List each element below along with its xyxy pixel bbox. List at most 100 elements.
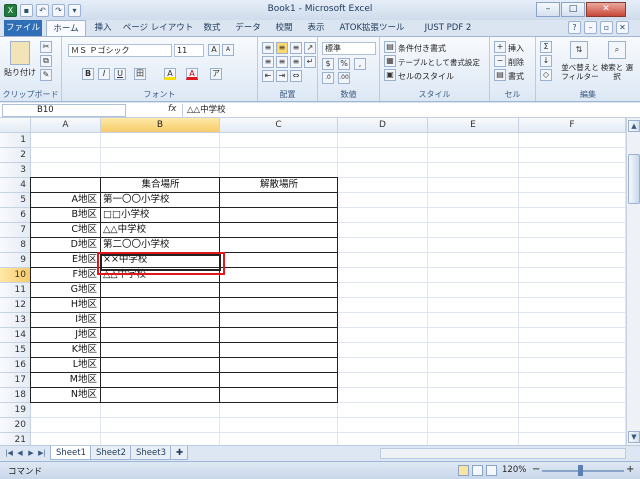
paste-icon[interactable] xyxy=(10,41,30,65)
conditional-format-button[interactable]: 条件付き書式 xyxy=(398,43,446,54)
page-break-view-icon[interactable] xyxy=(486,465,497,476)
district-cell[interactable]: N地区 xyxy=(31,387,97,402)
row-header[interactable]: 14 xyxy=(0,328,31,343)
row-header[interactable]: 1 xyxy=(0,133,31,148)
increase-indent-icon[interactable]: ⇥ xyxy=(276,70,288,82)
zoom-slider[interactable] xyxy=(542,470,624,472)
paste-button[interactable]: 貼り付け xyxy=(4,67,36,78)
vertical-scrollbar[interactable]: ▲ ▼ xyxy=(626,118,640,445)
cell-styles-button[interactable]: セルのスタイル xyxy=(398,71,454,82)
district-cell[interactable]: M地区 xyxy=(31,372,97,387)
column-header-a[interactable]: A xyxy=(31,118,101,133)
district-cell[interactable]: F地区 xyxy=(31,267,97,282)
district-cell[interactable]: K地区 xyxy=(31,342,97,357)
gathering-place-cell[interactable] xyxy=(103,297,220,312)
cut-icon[interactable]: ✂ xyxy=(40,41,52,53)
tab-insert[interactable]: 挿入 xyxy=(88,20,118,36)
district-cell[interactable]: E地区 xyxy=(31,252,97,267)
copy-icon[interactable]: ⧉ xyxy=(40,55,52,67)
find-select-button[interactable]: 検索と 選択 xyxy=(600,63,634,81)
comma-icon[interactable]: , xyxy=(354,58,366,70)
column-header-b[interactable]: B xyxy=(101,118,220,133)
zoom-in-icon[interactable]: + xyxy=(626,464,634,476)
gathering-place-cell[interactable] xyxy=(103,342,220,357)
gathering-place-cell[interactable] xyxy=(103,312,220,327)
minimize-button[interactable]: – xyxy=(536,2,560,17)
row-header[interactable]: 10 xyxy=(0,268,31,283)
row-header[interactable]: 13 xyxy=(0,313,31,328)
insert-function-icon[interactable]: fx xyxy=(168,104,177,114)
gathering-place-cell[interactable] xyxy=(103,282,220,297)
district-cell[interactable]: I地区 xyxy=(31,312,97,327)
zoom-level[interactable]: 120% xyxy=(502,465,526,475)
district-cell[interactable]: L地区 xyxy=(31,357,97,372)
maximize-button[interactable]: □ xyxy=(561,2,585,17)
tab-home[interactable]: ホーム xyxy=(46,20,86,36)
phonetic-icon[interactable]: ア xyxy=(210,68,222,80)
italic-button[interactable]: I xyxy=(98,68,110,80)
last-sheet-icon[interactable]: ▶| xyxy=(37,448,47,459)
align-top-icon[interactable]: ≡ xyxy=(262,42,274,54)
ribbon-restore-icon[interactable]: ▫ xyxy=(600,21,613,34)
gathering-place-cell[interactable] xyxy=(103,327,220,342)
district-cell[interactable]: J地区 xyxy=(31,327,97,342)
format-painter-icon[interactable]: ✎ xyxy=(40,69,52,81)
row-header[interactable]: 6 xyxy=(0,208,31,223)
shrink-font-icon[interactable]: A xyxy=(222,44,234,56)
header-dismissal-place[interactable]: 解散場所 xyxy=(220,177,338,192)
row-header[interactable]: 9 xyxy=(0,253,31,268)
gathering-place-cell[interactable]: △△中学校 xyxy=(103,222,220,237)
fill-icon[interactable]: ↓ xyxy=(540,55,552,67)
worksheet-grid[interactable]: A B C D E F 1 2 3 4 5 6 7 8 9 10 11 12 13 14 15 16 17 18 1… xyxy=(0,118,626,445)
sheet-tab-3[interactable]: Sheet3 xyxy=(130,446,172,460)
first-sheet-icon[interactable]: |◀ xyxy=(4,448,14,459)
gathering-place-cell[interactable] xyxy=(103,387,220,402)
autosum-icon[interactable]: Σ xyxy=(540,41,552,53)
gathering-place-cell[interactable]: □□小学校 xyxy=(103,207,220,222)
underline-button[interactable]: U xyxy=(114,68,126,80)
tab-view[interactable]: 表示 xyxy=(302,20,330,36)
align-left-icon[interactable]: ≡ xyxy=(262,56,274,68)
format-as-table-button[interactable]: テーブルとして書式設定 xyxy=(398,57,480,68)
insert-cells-button[interactable]: 挿入 xyxy=(508,43,524,54)
district-cell[interactable]: H地区 xyxy=(31,297,97,312)
delete-cells-icon[interactable]: − xyxy=(494,55,506,67)
font-name-combo[interactable]: ＭＳ Ｐゴシック xyxy=(68,44,172,57)
scroll-down-icon[interactable]: ▼ xyxy=(628,431,640,443)
grow-font-icon[interactable]: A xyxy=(208,44,220,56)
font-size-combo[interactable]: 11 xyxy=(174,44,204,57)
row-header[interactable]: 19 xyxy=(0,403,31,418)
column-header-c[interactable]: C xyxy=(220,118,338,133)
ribbon-minimize-icon[interactable]: – xyxy=(584,21,597,34)
ribbon-close-icon[interactable]: ✕ xyxy=(616,21,629,34)
row-header[interactable]: 12 xyxy=(0,298,31,313)
border-icon[interactable]: 田 xyxy=(134,68,146,80)
row-header[interactable]: 5 xyxy=(0,193,31,208)
row-header[interactable]: 15 xyxy=(0,343,31,358)
zoom-slider-thumb[interactable] xyxy=(578,465,583,476)
district-cell[interactable]: B地区 xyxy=(31,207,97,222)
decrease-decimal-icon[interactable]: .00 xyxy=(338,72,350,84)
row-header[interactable]: 17 xyxy=(0,373,31,388)
column-header-d[interactable]: D xyxy=(338,118,428,133)
tab-formulas[interactable]: 数式 xyxy=(198,20,226,36)
percent-icon[interactable]: % xyxy=(338,58,350,70)
formula-input[interactable]: △△中学校 xyxy=(182,104,637,117)
increase-decimal-icon[interactable]: .0 xyxy=(322,72,334,84)
row-header[interactable]: 11 xyxy=(0,283,31,298)
district-cell[interactable]: G地区 xyxy=(31,282,97,297)
insert-cells-icon[interactable]: + xyxy=(494,41,506,53)
active-cell-b10[interactable] xyxy=(100,254,221,271)
help-icon[interactable]: ? xyxy=(568,21,581,34)
row-header[interactable]: 7 xyxy=(0,223,31,238)
format-cells-button[interactable]: 書式 xyxy=(508,71,524,82)
normal-view-icon[interactable] xyxy=(458,465,469,476)
horizontal-scrollbar[interactable] xyxy=(380,448,626,459)
font-color-icon[interactable]: A xyxy=(186,68,198,80)
cell-styles-icon[interactable]: ▣ xyxy=(384,69,396,81)
row-header[interactable]: 4 xyxy=(0,178,31,193)
number-format-combo[interactable]: 標準 xyxy=(322,42,376,55)
delete-cells-button[interactable]: 削除 xyxy=(508,57,524,68)
column-header-e[interactable]: E xyxy=(428,118,519,133)
tab-data[interactable]: データ xyxy=(230,20,266,36)
